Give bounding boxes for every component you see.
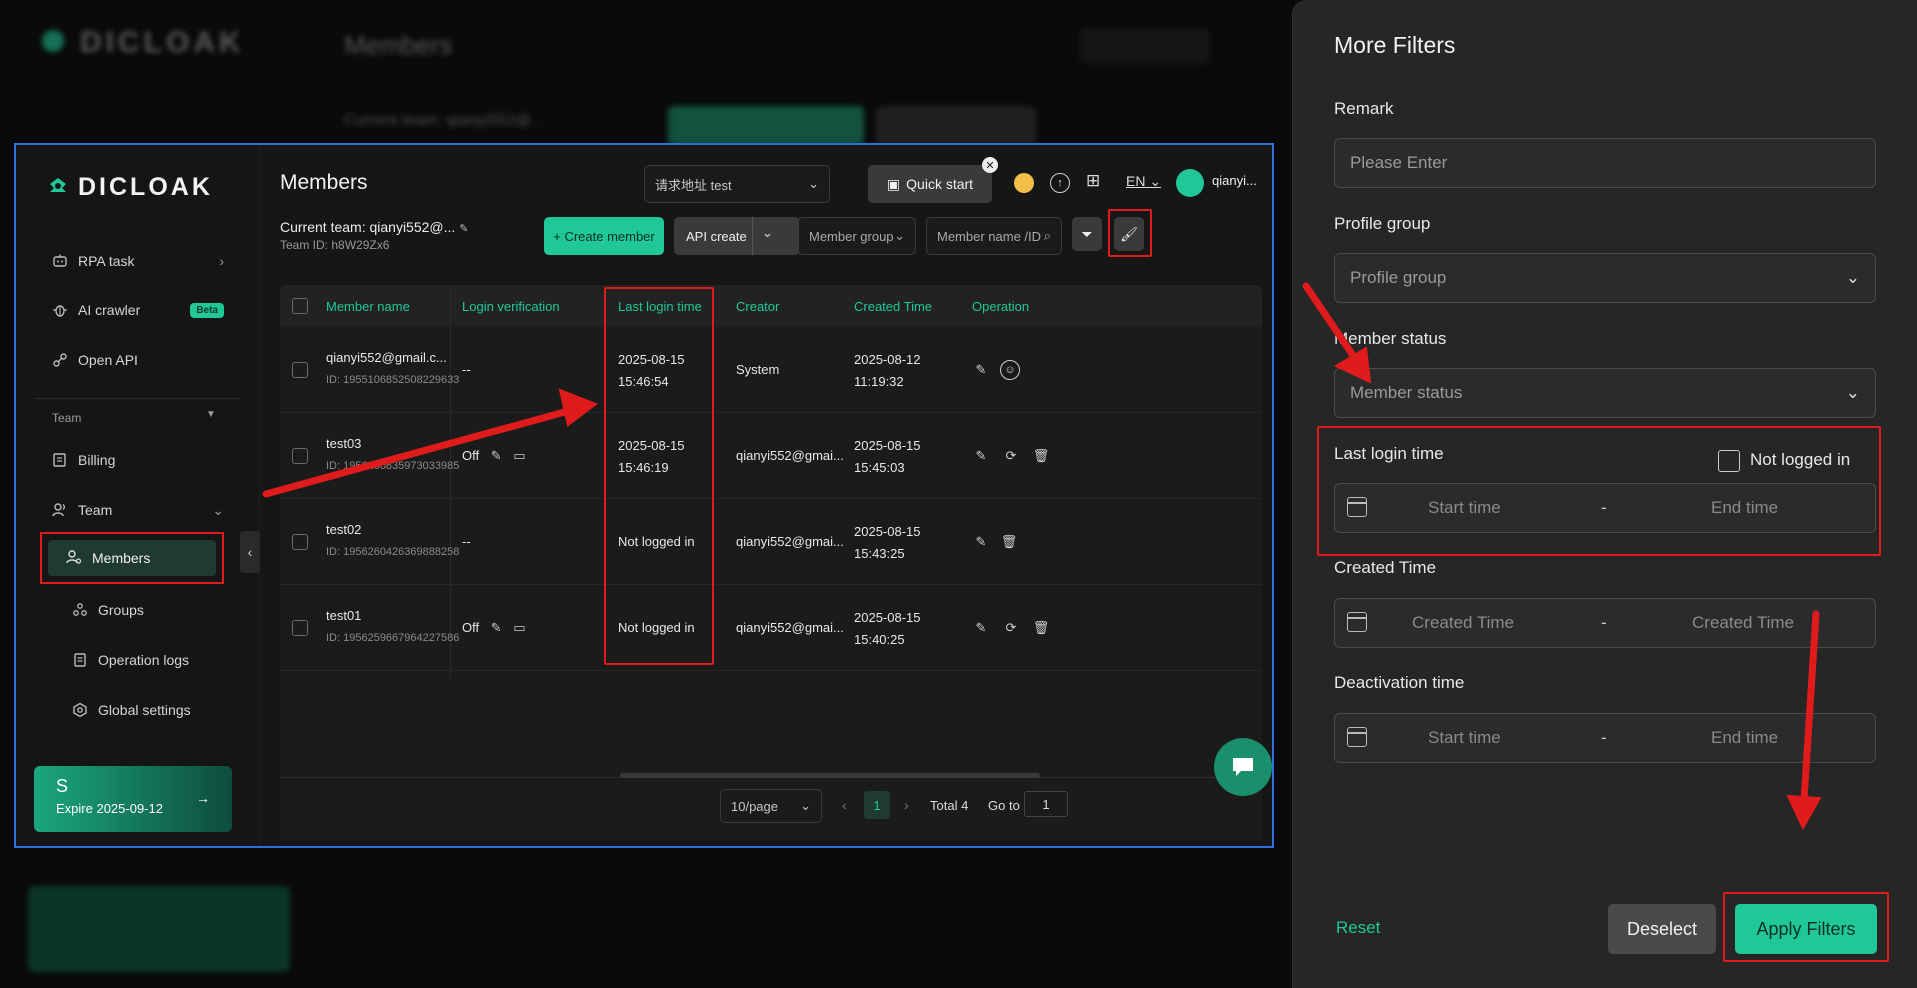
arrowhead	[558, 388, 599, 427]
arrow-to-last-login	[1302, 282, 1360, 364]
arrowhead	[1786, 794, 1822, 831]
annotation-arrows	[262, 282, 1822, 831]
arrow-to-apply	[1800, 610, 1820, 804]
arrow-to-table	[262, 406, 576, 498]
